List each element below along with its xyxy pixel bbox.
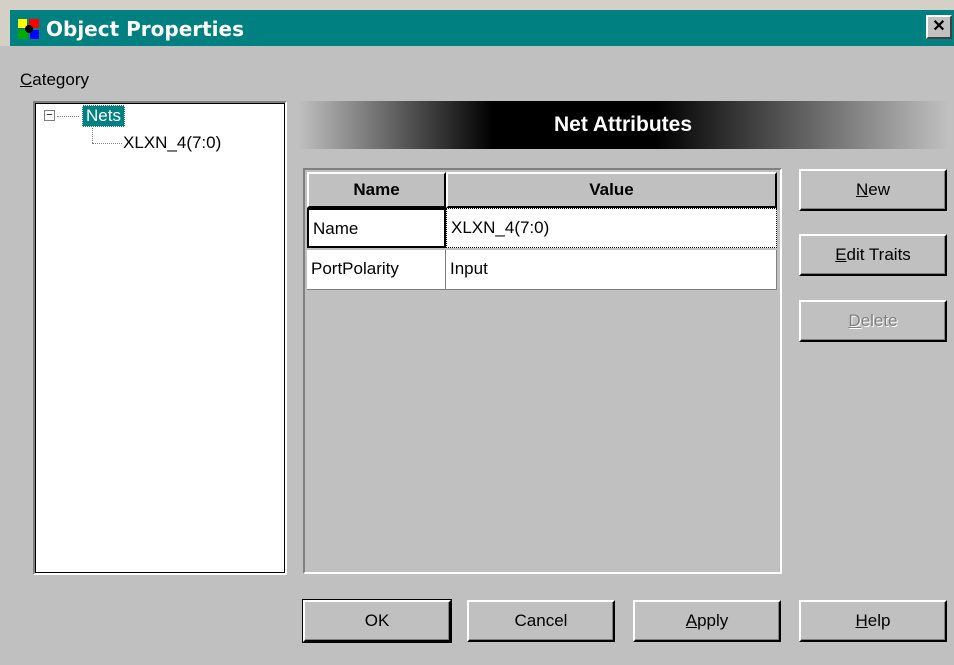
tree-item-nets[interactable]: Nets: [82, 105, 125, 127]
window-title: Object Properties: [46, 17, 245, 41]
tree-connector: [57, 116, 79, 117]
column-header-name[interactable]: Name: [307, 172, 446, 208]
close-icon: ✕: [932, 18, 946, 35]
tree-connector: [92, 128, 93, 143]
tree-connector: [92, 143, 122, 144]
category-label: Category: [20, 70, 89, 89]
category-tree[interactable]: − Nets XLXN_4(7:0): [33, 101, 287, 575]
app-icon: [18, 19, 39, 39]
cancel-button[interactable]: Cancel: [467, 600, 615, 642]
ok-button[interactable]: OK: [302, 599, 452, 643]
collapse-icon[interactable]: −: [44, 110, 55, 121]
section-banner: Net Attributes: [298, 101, 948, 149]
title-bar-frame: Object Properties ✕: [0, 0, 954, 46]
table-cell-value[interactable]: Input: [446, 250, 777, 290]
title-bar[interactable]: Object Properties ✕: [10, 10, 954, 46]
table-cell-value[interactable]: XLXN_4(7:0): [446, 208, 777, 248]
new-button[interactable]: New: [799, 169, 947, 211]
section-title: Net Attributes: [553, 113, 693, 136]
attributes-grid[interactable]: Name Value Name XLXN_4(7:0) PortPolarity…: [303, 168, 782, 574]
tree-item-net[interactable]: XLXN_4(7:0): [123, 133, 221, 153]
delete-button[interactable]: Delete: [799, 300, 947, 342]
table-cell-name[interactable]: PortPolarity: [307, 250, 446, 290]
column-header-value[interactable]: Value: [446, 172, 777, 208]
edit-traits-button[interactable]: Edit Traits: [799, 234, 947, 276]
apply-button[interactable]: Apply: [633, 600, 781, 642]
close-button[interactable]: ✕: [926, 15, 952, 39]
help-button[interactable]: Help: [799, 600, 947, 642]
table-cell-name[interactable]: Name: [307, 208, 446, 248]
